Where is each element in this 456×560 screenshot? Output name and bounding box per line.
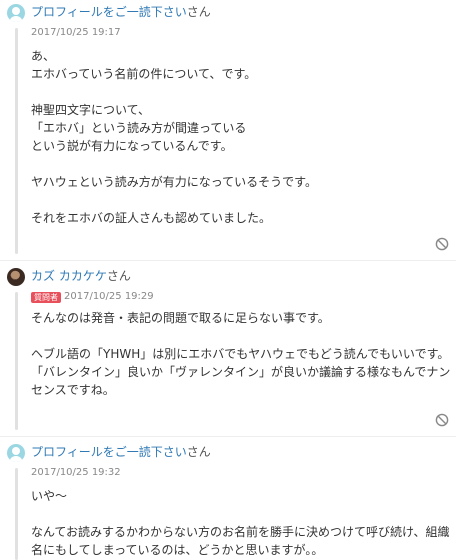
user-avatar-icon[interactable]	[7, 444, 25, 462]
questioner-badge: 質問者	[31, 292, 61, 303]
author-suffix: さん	[186, 445, 211, 459]
user-avatar-icon[interactable]	[7, 268, 25, 286]
comment-text: そんなのは発音・表記の問題で取るに足らない事です。 ヘブル語の「YHWH」は別に…	[31, 311, 451, 397]
thread-line	[15, 28, 18, 254]
ban-icon[interactable]	[435, 413, 449, 427]
author-link[interactable]: カズ カカケケ	[31, 269, 107, 283]
comment-divider	[0, 436, 456, 437]
author-link[interactable]: プロフィールをご一読下さい	[31, 445, 187, 459]
author-link[interactable]: プロフィールをご一読下さい	[31, 5, 187, 19]
comment-author: プロフィールをご一読下さいさん	[31, 445, 211, 459]
comment-date: 2017/10/25 19:32	[31, 467, 121, 478]
ban-icon[interactable]	[435, 237, 449, 251]
comment-author: カズ カカケケさん	[31, 269, 131, 283]
user-avatar-icon[interactable]	[7, 4, 25, 22]
author-suffix: さん	[186, 5, 211, 19]
comment-author: プロフィールをご一読下さいさん	[31, 5, 211, 19]
thread-line	[15, 468, 18, 560]
comment-date: 2017/10/25 19:17	[31, 27, 121, 38]
comment-text: あ、 エホバっていう名前の件について、です。 神聖四文字について、 「エホバ」と…	[31, 49, 317, 225]
comment-divider	[0, 260, 456, 261]
author-suffix: さん	[106, 269, 131, 283]
thread-line	[15, 292, 18, 430]
comment-text: いや〜 なんてお読みするかわからない方のお名前を勝手に決めつけて呼び続け、組織名…	[31, 489, 450, 557]
comment-date: 2017/10/25 19:29	[64, 291, 154, 302]
